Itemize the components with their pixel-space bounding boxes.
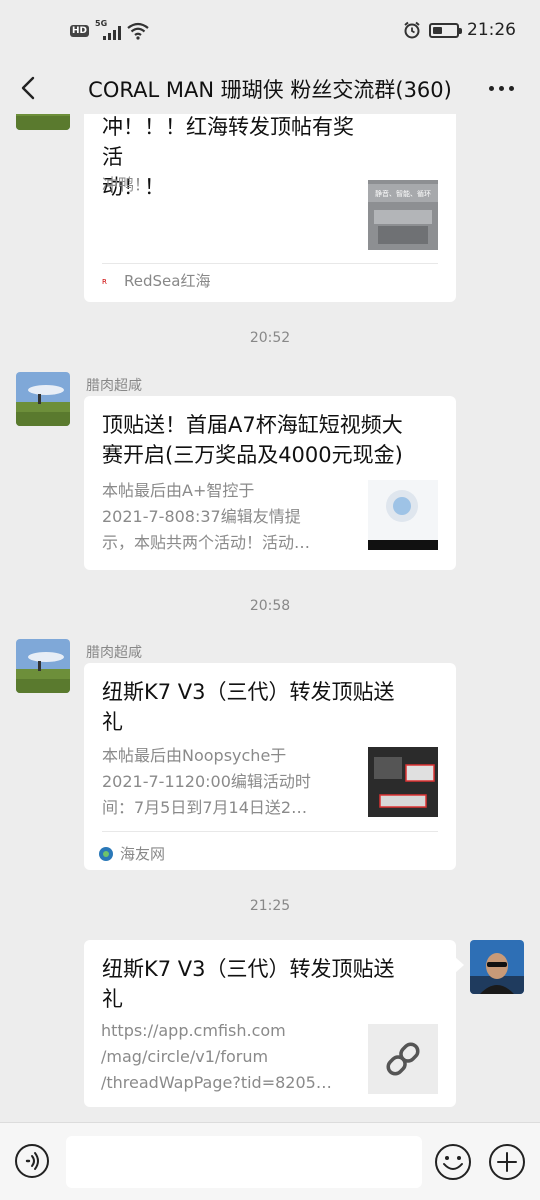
chat-header: CORAL MAN 珊瑚侠 粉丝交流群(360) [0, 62, 540, 114]
card-thumbnail [368, 480, 438, 550]
link-icon [386, 1042, 420, 1076]
card-title-line: 赛开启(三万奖品及4000元现金) [102, 443, 403, 467]
card-source-name: 海友网 [120, 845, 166, 863]
card-source-name: RedSea红海 [124, 272, 211, 290]
chat-title: CORAL MAN 珊瑚侠 粉丝交流群(360) [88, 78, 452, 102]
link-card[interactable]: 纽斯K7 V3（三代）转发顶贴送 礼 本帖最后由Noopsyche于 2021-… [84, 663, 456, 870]
sender-name: 腊肉超咸 [86, 645, 142, 661]
more-options-button[interactable] [484, 76, 518, 100]
card-description: 冲鸭！ [102, 175, 151, 194]
card-description: /mag/circle/v1/forum [101, 1047, 269, 1066]
card-thumbnail [368, 1024, 438, 1094]
message-timestamp: 20:58 [249, 598, 291, 614]
haiyouwang-logo-icon [99, 846, 113, 861]
link-card[interactable]: 冲！！！红海转发顶帖有奖活 动！！ 冲鸭！ 静音、智能、循环 R RedSea红… [84, 114, 456, 302]
card-description: 本帖最后由A+智控于 [102, 481, 255, 500]
battery-icon [429, 22, 462, 38]
message-input-bar [0, 1122, 540, 1200]
link-card[interactable]: 纽斯K7 V3（三代）转发顶贴送 礼 https://app.cmfish.co… [84, 940, 456, 1107]
add-attachment-button[interactable] [488, 1143, 526, 1181]
card-description: 示，本贴共两个活动！活动… [102, 533, 311, 552]
back-button[interactable] [14, 72, 44, 104]
card-description: 2021-7-1120:00编辑活动时 [102, 772, 311, 791]
card-description: /threadWapPage?tid=8205… [101, 1073, 332, 1092]
card-thumbnail [368, 747, 438, 817]
sender-name: 腊肉超咸 [86, 378, 142, 394]
avatar[interactable] [16, 372, 70, 426]
wifi-icon [127, 22, 149, 40]
card-thumbnail: 静音、智能、循环 [368, 180, 438, 250]
voice-input-button[interactable] [14, 1143, 50, 1179]
avatar[interactable] [16, 639, 70, 693]
bubble-tail [455, 957, 464, 973]
message-timestamp: 20:52 [249, 330, 291, 346]
card-title-line: 纽斯K7 V3（三代）转发顶贴送 [102, 957, 395, 981]
link-card[interactable]: 顶贴送！首届A7杯海缸短视频大 赛开启(三万奖品及4000元现金) 本帖最后由A… [84, 396, 456, 570]
card-title-line: 顶贴送！首届A7杯海缸短视频大 [102, 413, 403, 437]
card-description: https://app.cmfish.com [101, 1021, 286, 1040]
emoji-button[interactable] [434, 1143, 472, 1181]
svg-text:静音、智能、循环: 静音、智能、循环 [375, 189, 431, 198]
card-title-line: 礼 [102, 987, 123, 1011]
card-description: 本帖最后由Noopsyche于 [102, 746, 287, 765]
alarm-icon [404, 21, 420, 39]
status-time: 21:26 [467, 20, 516, 40]
chat-message-list[interactable]: 冲！！！红海转发顶帖有奖活 动！！ 冲鸭！ 静音、智能、循环 R RedSea红… [0, 114, 540, 1122]
avatar[interactable] [470, 940, 524, 994]
hd-badge: HD [70, 25, 90, 37]
cellular-signal-icon: 5G [95, 19, 122, 40]
card-description: 间：7月5日到7月14日送2… [102, 798, 308, 817]
message-input[interactable] [66, 1136, 422, 1188]
card-title-line: 纽斯K7 V3（三代）转发顶贴送 [102, 680, 395, 704]
card-title-line: 冲！！！红海转发顶帖有奖活 [102, 115, 354, 169]
status-bar: HD 5G 21:26 [0, 0, 540, 62]
avatar[interactable] [16, 114, 70, 130]
card-title-line: 礼 [102, 710, 123, 734]
redsea-logo-icon: R [102, 275, 118, 286]
svg-text:R: R [102, 278, 107, 286]
card-description: 2021-7-808:37编辑友情提 [102, 507, 301, 526]
message-timestamp: 21:25 [249, 898, 291, 914]
